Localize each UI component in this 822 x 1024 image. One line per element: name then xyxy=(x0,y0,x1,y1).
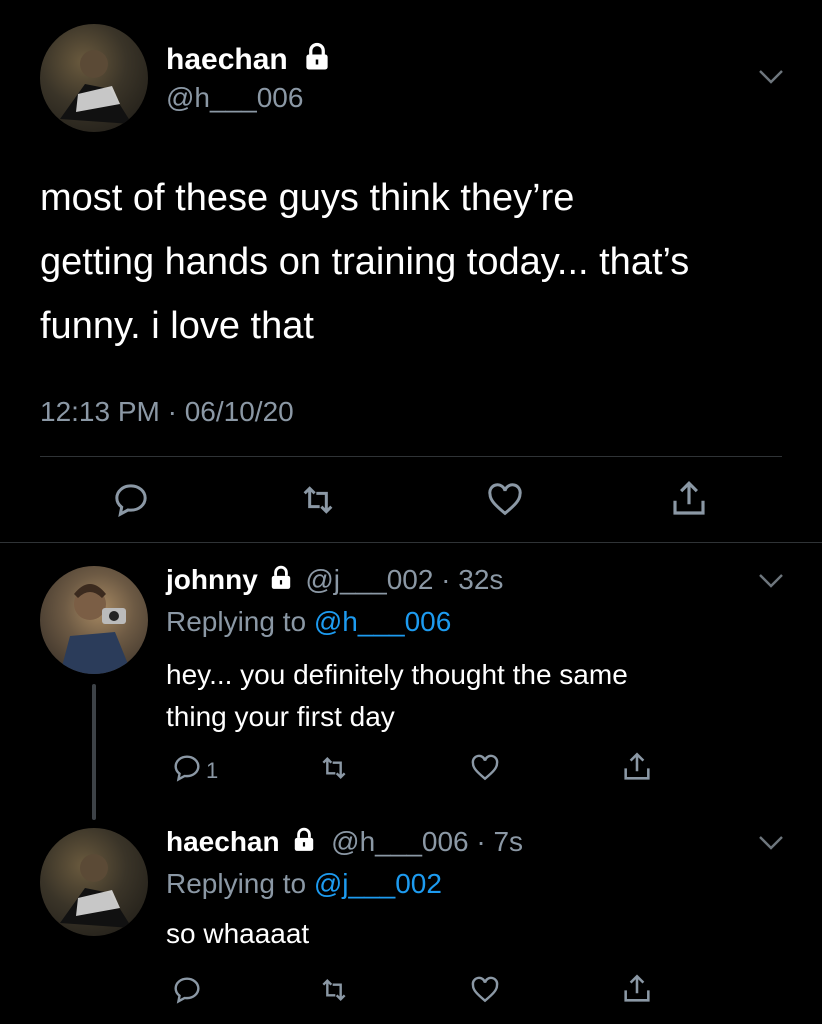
retweet-icon[interactable] xyxy=(316,752,352,784)
like-icon[interactable] xyxy=(484,480,526,520)
tweet-text: most of these guys think they’re getting… xyxy=(40,166,810,358)
share-icon[interactable] xyxy=(668,478,710,520)
tweet-text-line: getting hands on training today... that’… xyxy=(40,241,690,283)
author-handle-time[interactable]: @j___002 · 32s xyxy=(305,564,503,595)
reply-icon[interactable] xyxy=(170,752,204,784)
reply-header: haechan @h___006 · 7s xyxy=(166,826,523,860)
tweet-text-line: thing your first day xyxy=(166,701,395,732)
like-icon[interactable] xyxy=(468,974,502,1006)
thread-line xyxy=(92,684,96,820)
avatar[interactable] xyxy=(40,24,148,132)
tweet-text: hey... you definitely thought the same t… xyxy=(166,654,806,738)
divider xyxy=(0,542,822,543)
like-icon[interactable] xyxy=(468,752,502,784)
tweet-text-line: hey... you definitely thought the same xyxy=(166,659,628,690)
reply-icon[interactable] xyxy=(170,974,204,1006)
author-name[interactable]: johnny xyxy=(166,564,258,595)
mention-link[interactable]: @j___002 xyxy=(314,868,442,899)
author-name[interactable]: haechan xyxy=(166,826,280,857)
share-icon[interactable] xyxy=(620,972,654,1006)
divider xyxy=(40,456,782,457)
author-name[interactable]: haechan xyxy=(166,42,332,80)
reply-count: 1 xyxy=(206,758,219,783)
lock-icon xyxy=(268,565,294,598)
chevron-down-icon[interactable] xyxy=(758,834,784,852)
tweet-timestamp[interactable]: 12:13 PM · 06/10/20 xyxy=(40,396,294,428)
lock-icon xyxy=(302,42,332,80)
author-handle-time[interactable]: @h___006 · 7s xyxy=(331,826,523,857)
mention-link[interactable]: @h___006 xyxy=(314,606,451,637)
reply-icon[interactable] xyxy=(110,480,152,520)
lock-icon xyxy=(291,827,317,860)
avatar[interactable] xyxy=(40,566,148,674)
tweet-text-line: funny. i love that xyxy=(40,305,314,347)
tweet-text-line: most of these guys think they’re xyxy=(40,177,575,219)
retweet-icon[interactable] xyxy=(296,480,340,520)
chevron-down-icon[interactable] xyxy=(758,68,784,86)
replying-to: Replying to @h___006 xyxy=(166,606,451,638)
avatar[interactable] xyxy=(40,828,148,936)
chevron-down-icon[interactable] xyxy=(758,572,784,590)
replying-to: Replying to @j___002 xyxy=(166,868,442,900)
share-icon[interactable] xyxy=(620,750,654,784)
replying-prefix: Replying to xyxy=(166,606,314,637)
replying-prefix: Replying to xyxy=(166,868,314,899)
reply-header: johnny @j___002 · 32s xyxy=(166,564,503,598)
retweet-icon[interactable] xyxy=(316,974,352,1006)
author-handle[interactable]: @h___006 xyxy=(166,82,303,114)
tweet-text: so whaaaat xyxy=(166,918,310,949)
